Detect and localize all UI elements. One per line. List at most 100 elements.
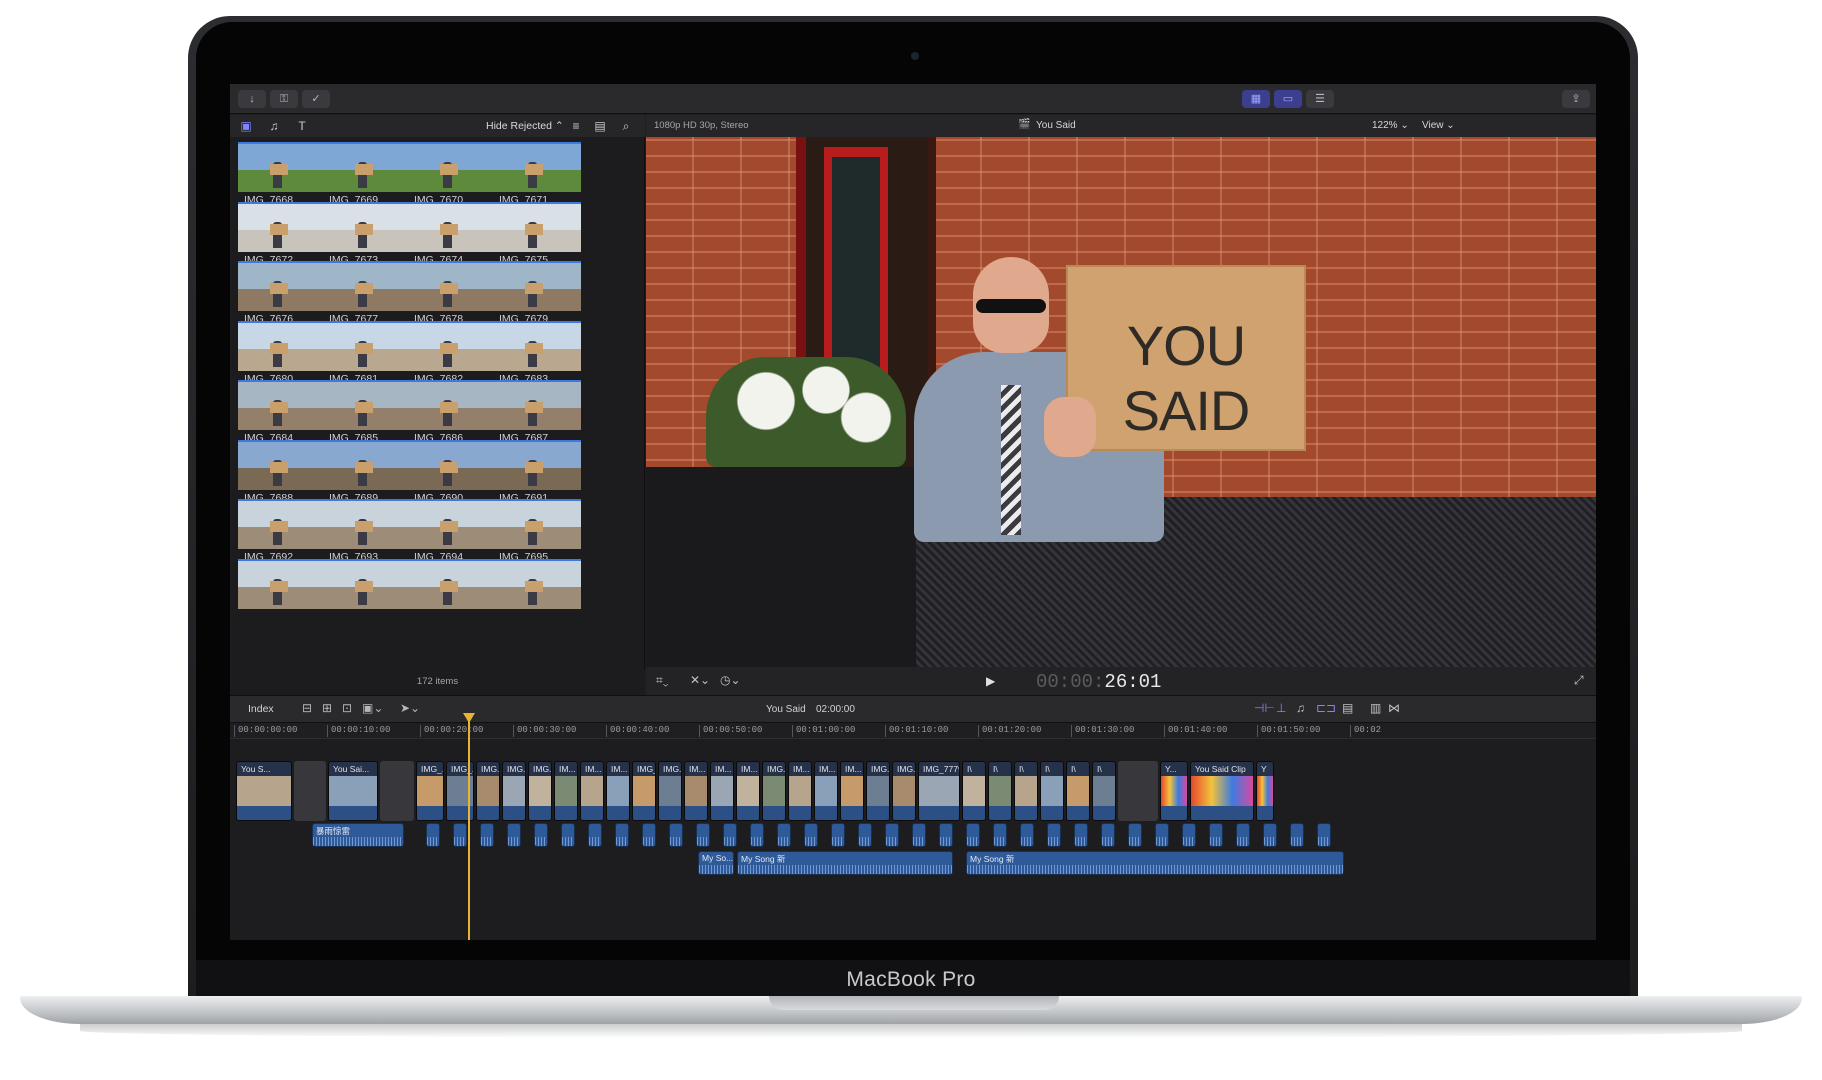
timeline-video-clip[interactable]: IM... xyxy=(814,761,838,821)
audio-clip-segment[interactable] xyxy=(1236,823,1250,847)
audio-clip-connected[interactable]: 暴雨惊雷 xyxy=(312,823,404,847)
audio-clip-segment[interactable] xyxy=(912,823,926,847)
overwrite-clip-icon[interactable]: ▣⌄ xyxy=(362,701,383,715)
gap-clip[interactable] xyxy=(1118,761,1158,821)
audio-clip-segment[interactable] xyxy=(939,823,953,847)
audio-skimming-icon[interactable]: ⊥ xyxy=(1276,701,1286,715)
timeline-video-clip[interactable]: IMG... xyxy=(528,761,552,821)
transform-icon[interactable]: ✕⌄ xyxy=(690,673,710,687)
search-icon[interactable]: ⌕ xyxy=(618,118,634,134)
timeline-video-clip[interactable]: You Said Clip xyxy=(1190,761,1254,821)
timeline-toggle-icon[interactable]: ▭ xyxy=(1274,90,1302,108)
crop-icon[interactable]: ⌗⌄ xyxy=(656,673,668,688)
clip-appearance-icon[interactable]: ▤ xyxy=(1342,701,1353,715)
timeline-video-clip[interactable]: IMG_7779 xyxy=(918,761,960,821)
timeline-video-clip[interactable]: IMG... xyxy=(762,761,786,821)
audio-clip-segment[interactable] xyxy=(696,823,710,847)
audio-clip-segment[interactable] xyxy=(993,823,1007,847)
view-menu[interactable]: View ⌄ xyxy=(1422,120,1455,131)
audio-clip-segment[interactable] xyxy=(885,823,899,847)
hide-rejected-filter[interactable]: Hide Rejected ⌃ xyxy=(486,120,564,132)
timeline-video-clip[interactable]: Y xyxy=(1256,761,1274,821)
audio-clip-segment[interactable] xyxy=(966,823,980,847)
timeline-video-clip[interactable]: IMG_7... xyxy=(632,761,656,821)
audio-clip-segment[interactable] xyxy=(777,823,791,847)
audio-clip-segment[interactable] xyxy=(1128,823,1142,847)
timeline-video-clip[interactable]: IM... xyxy=(606,761,630,821)
viewer-canvas[interactable]: YOU SAID xyxy=(646,137,1596,667)
fullscreen-icon[interactable]: ⤢ xyxy=(1574,673,1584,688)
audio-clip-segment[interactable] xyxy=(1317,823,1331,847)
timeline-video-clip[interactable]: IM... xyxy=(710,761,734,821)
audio-clip-segment[interactable] xyxy=(642,823,656,847)
list-view-icon[interactable]: ≡ xyxy=(568,118,584,134)
clip-appearance-icon[interactable]: ▤ xyxy=(592,118,608,134)
timeline-video-clip[interactable]: You S... xyxy=(236,761,292,821)
audio-clip-segment[interactable] xyxy=(1074,823,1088,847)
zoom-menu[interactable]: 122% ⌄ xyxy=(1372,120,1409,131)
audio-clip-segment[interactable] xyxy=(588,823,602,847)
timeline-video-clip[interactable]: IM... xyxy=(788,761,812,821)
timeline-video-clip[interactable]: I\ xyxy=(1040,761,1064,821)
libraries-icon[interactable]: ▣ xyxy=(238,118,254,134)
insert-clip-icon[interactable]: ⊞ xyxy=(322,701,332,715)
audio-clip-segment[interactable] xyxy=(831,823,845,847)
timeline-video-clip[interactable]: IM... xyxy=(580,761,604,821)
audio-clip-segment[interactable] xyxy=(1263,823,1277,847)
background-tasks-icon[interactable]: ✓ xyxy=(302,90,330,108)
transitions-browser-icon[interactable]: ⋈ xyxy=(1388,701,1400,715)
timeline-video-clip[interactable]: IMG... xyxy=(866,761,890,821)
photos-audio-icon[interactable]: ♫ xyxy=(266,118,282,134)
solo-icon[interactable]: ♫ xyxy=(1296,701,1305,715)
audio-clip-segment[interactable] xyxy=(1209,823,1223,847)
audio-clip-song-c[interactable]: My Song 新 xyxy=(966,851,1344,875)
audio-clip-segment[interactable] xyxy=(1155,823,1169,847)
gap-clip[interactable] xyxy=(380,761,414,821)
browser-toggle-icon[interactable]: ▦ xyxy=(1242,90,1270,108)
audio-clip-segment[interactable] xyxy=(1020,823,1034,847)
timeline-video-clip[interactable]: Y... xyxy=(1160,761,1188,821)
audio-clip-song-a[interactable]: My So... xyxy=(698,851,734,875)
timeline-video-clip[interactable]: IMG_... xyxy=(416,761,444,821)
timeline-video-clip[interactable]: IMG... xyxy=(658,761,682,821)
playhead[interactable] xyxy=(468,713,470,940)
connect-clip-icon[interactable]: ⊟ xyxy=(302,701,312,715)
timeline-video-clip[interactable]: IM... xyxy=(554,761,578,821)
timeline-video-clip[interactable]: IMG... xyxy=(502,761,526,821)
audio-clip-segment[interactable] xyxy=(615,823,629,847)
audio-clip-segment[interactable] xyxy=(534,823,548,847)
timeline-video-clip[interactable]: I\ xyxy=(1066,761,1090,821)
retime-icon[interactable]: ◷⌄ xyxy=(720,673,741,687)
append-clip-icon[interactable]: ⊡ xyxy=(342,701,352,715)
browser-clip[interactable] xyxy=(323,558,411,629)
timeline-video-clip[interactable]: I\ xyxy=(1092,761,1116,821)
audio-clip-segment[interactable] xyxy=(723,823,737,847)
timeline-ruler[interactable]: 00:00:00:00 00:00:10:00 00:00:20:00 00:00:3… xyxy=(230,723,1596,739)
import-icon[interactable]: ↓ xyxy=(238,90,266,108)
audio-clip-segment[interactable] xyxy=(750,823,764,847)
audio-clip-segment[interactable] xyxy=(480,823,494,847)
audio-clip-song-b[interactable]: My Song 新 xyxy=(737,851,953,875)
timeline-video-clip[interactable]: IMG... xyxy=(476,761,500,821)
snapping-icon[interactable]: ⊏⊐ xyxy=(1316,701,1336,715)
skimming-icon[interactable]: ⊣⊢ xyxy=(1254,701,1275,715)
audio-clip-segment[interactable] xyxy=(1182,823,1196,847)
titles-generators-icon[interactable]: T xyxy=(294,118,310,134)
effects-browser-icon[interactable]: ▥ xyxy=(1370,701,1381,715)
keyword-icon[interactable]: ⚿ xyxy=(270,90,298,108)
timeline-video-clip[interactable]: I\ xyxy=(988,761,1012,821)
timeline-video-clip[interactable]: I\ xyxy=(1014,761,1038,821)
play-icon[interactable]: ▶ xyxy=(986,674,995,688)
audio-clip-segment[interactable] xyxy=(858,823,872,847)
timeline-video-clip[interactable]: I\ xyxy=(962,761,986,821)
audio-clip-segment[interactable] xyxy=(1047,823,1061,847)
timeline-video-clip[interactable]: IM... xyxy=(736,761,760,821)
browser-clip[interactable] xyxy=(408,558,496,629)
timeline-video-clip[interactable]: IM... xyxy=(684,761,708,821)
audio-clip-segment[interactable] xyxy=(1101,823,1115,847)
share-icon[interactable]: ⇪ xyxy=(1562,90,1590,108)
gap-clip[interactable] xyxy=(294,761,326,821)
audio-clip-segment[interactable] xyxy=(669,823,683,847)
audio-clip-segment[interactable] xyxy=(507,823,521,847)
browser-clip[interactable] xyxy=(238,558,326,629)
